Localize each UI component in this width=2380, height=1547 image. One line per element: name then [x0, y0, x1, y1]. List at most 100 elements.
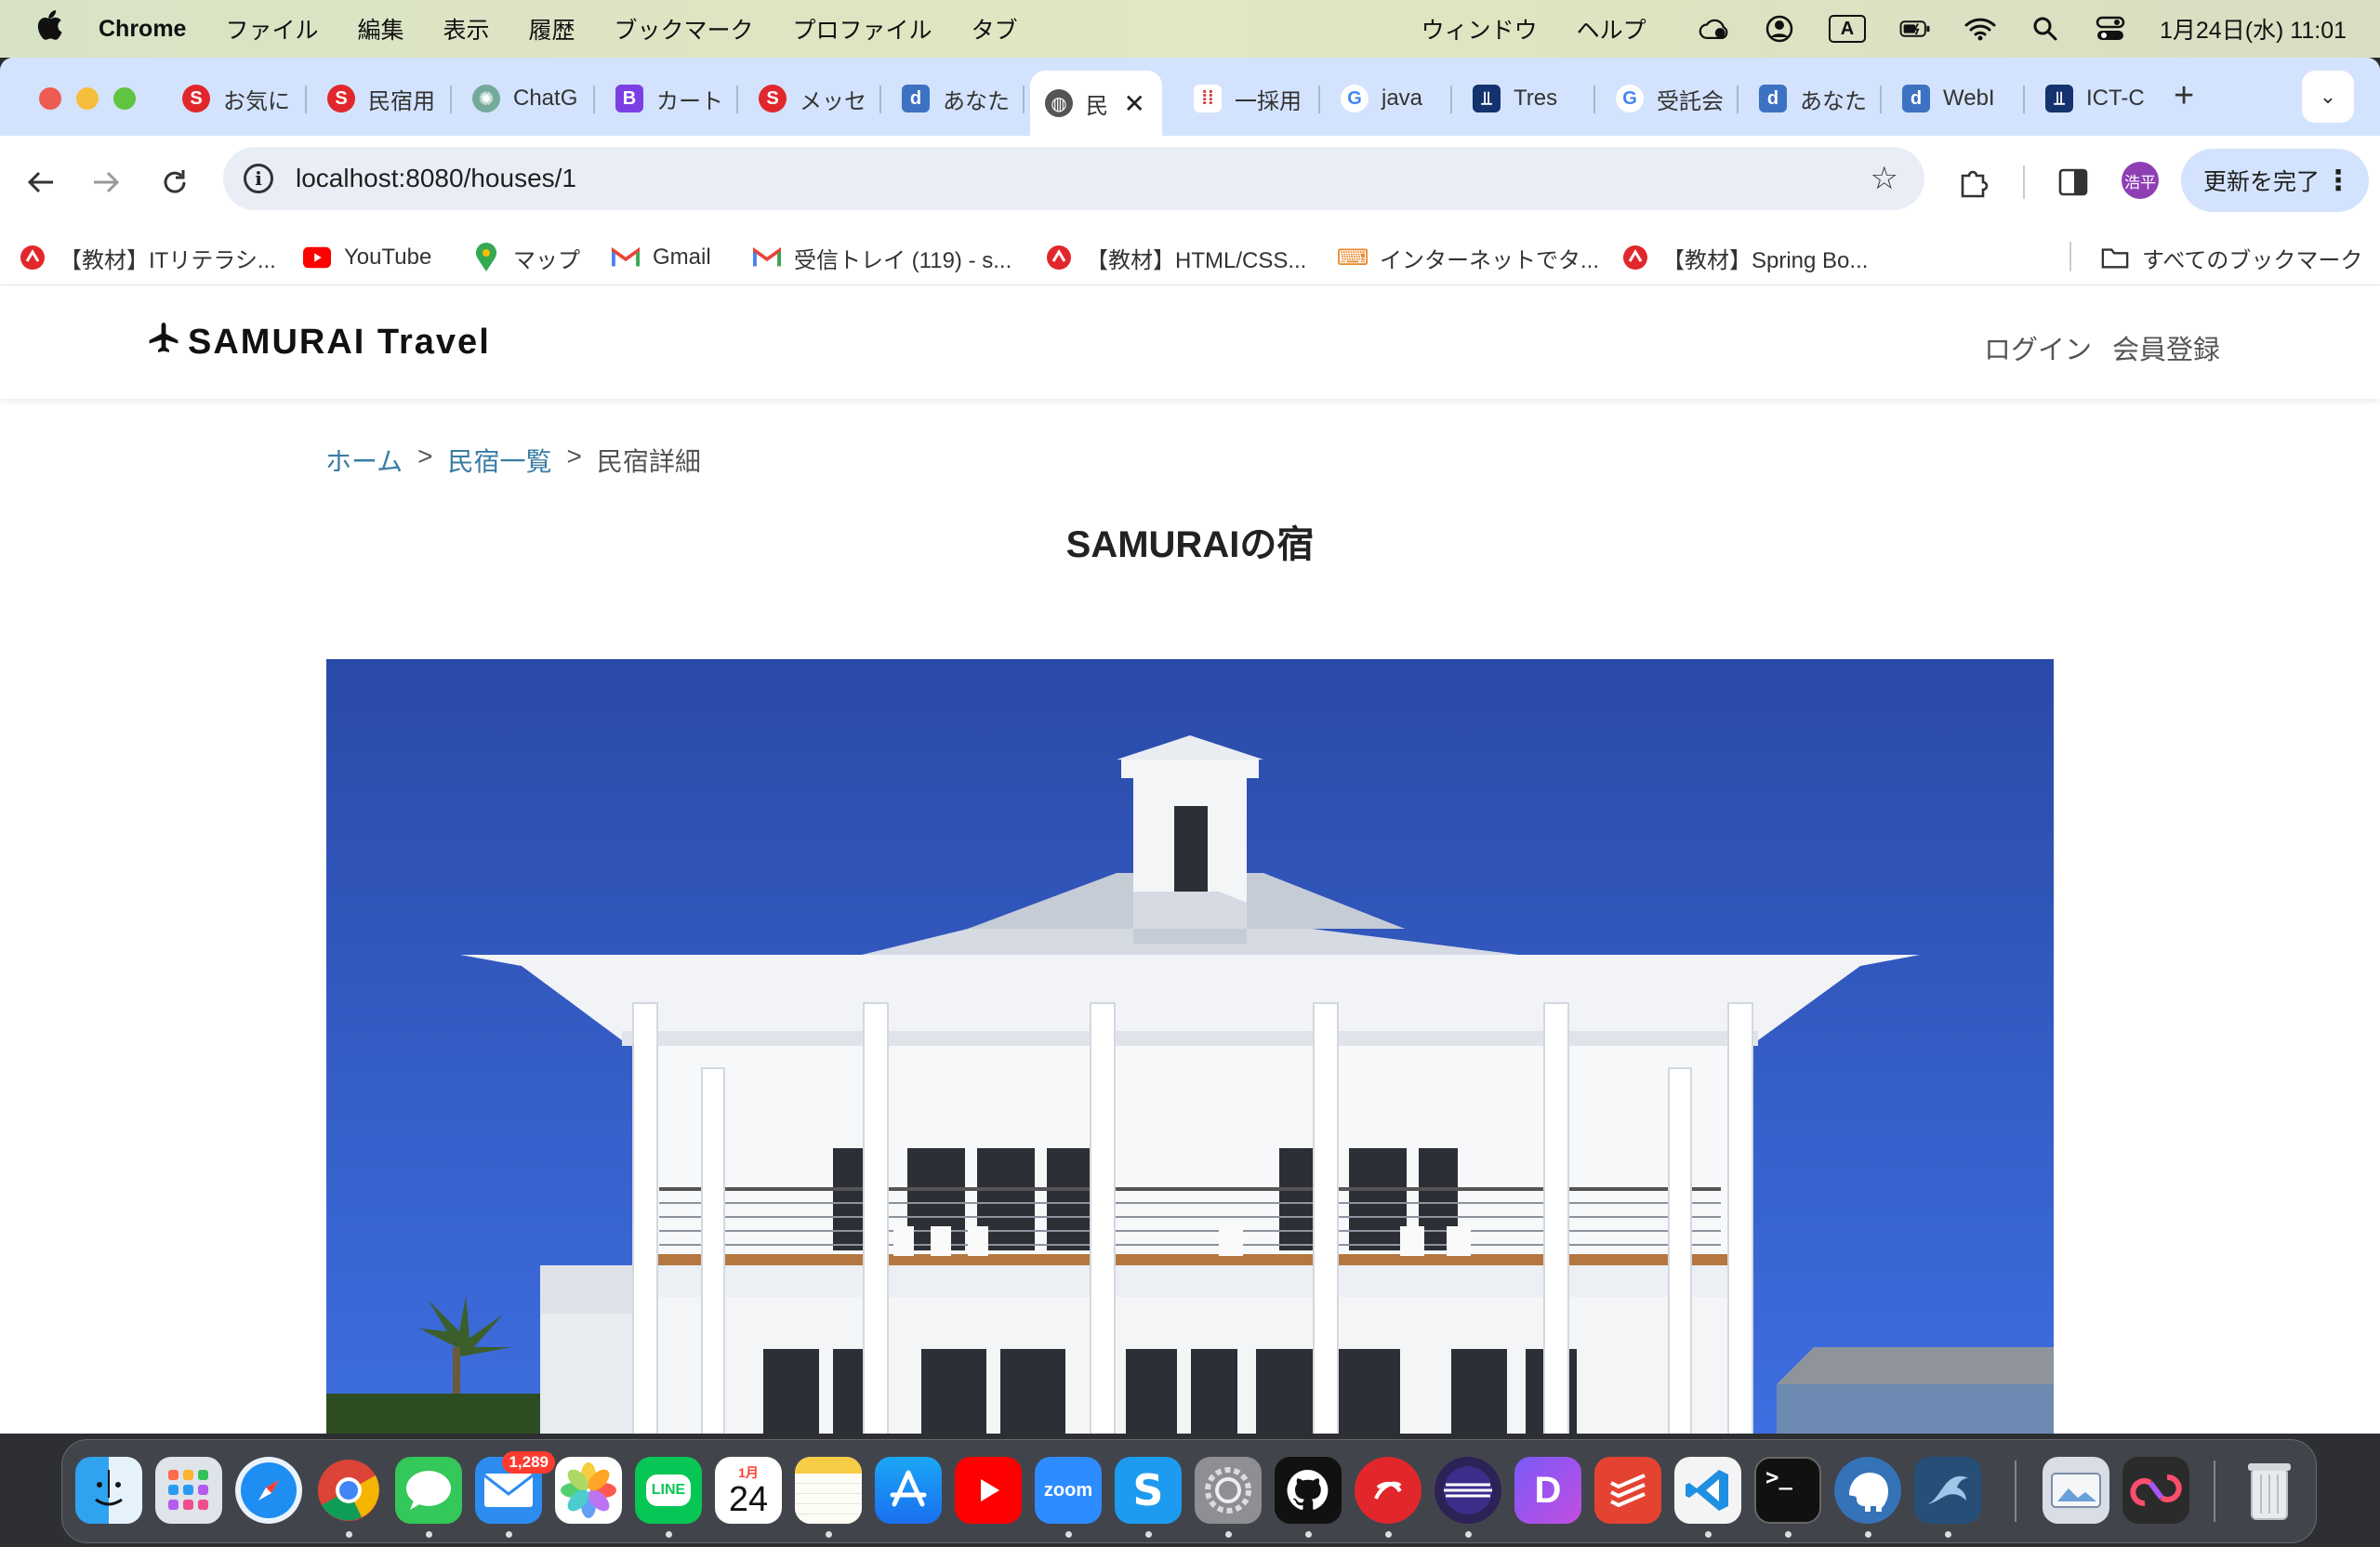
- browser-tab[interactable]: d WebI: [1887, 71, 2025, 126]
- close-tab-icon[interactable]: ✕: [1124, 88, 1145, 119]
- chrome-icon[interactable]: [315, 1457, 382, 1524]
- running-indicator: [426, 1531, 432, 1538]
- eclipse-icon[interactable]: [1435, 1457, 1501, 1524]
- browser-tab[interactable]: d あなた: [1744, 71, 1882, 126]
- vscode-icon[interactable]: [1674, 1457, 1741, 1524]
- creative-cloud-status-icon[interactable]: [1699, 13, 1730, 45]
- preview-image-icon[interactable]: [2043, 1457, 2109, 1524]
- menubar-clock[interactable]: 1月24日(水) 11:01: [2160, 12, 2347, 46]
- site-info-icon[interactable]: i: [244, 164, 273, 193]
- trash-icon[interactable]: [2236, 1457, 2303, 1524]
- browser-tab[interactable]: ⁞⁞ 一採用: [1179, 71, 1320, 126]
- mysql-workbench-dolphin-icon[interactable]: [1914, 1457, 1981, 1524]
- close-window-button[interactable]: [39, 87, 61, 110]
- notes-icon[interactable]: [795, 1457, 862, 1524]
- browser-tab[interactable]: G java: [1326, 71, 1452, 126]
- samurai-app-icon[interactable]: [1355, 1457, 1421, 1524]
- signup-link[interactable]: 会員登録: [2112, 328, 2220, 367]
- extensions-puzzle-icon[interactable]: [1954, 164, 1991, 201]
- bookmark-item[interactable]: 【教材】ITリテラシ...: [19, 240, 276, 275]
- d-icon: d: [1759, 85, 1787, 112]
- browser-tab[interactable]: S 民宿用: [312, 71, 452, 126]
- line-app-icon[interactable]: LINE: [635, 1457, 702, 1524]
- wifi-icon[interactable]: [1964, 13, 1996, 45]
- bookmark-item[interactable]: ⌨ インターネットでタ...: [1337, 240, 1599, 275]
- minimize-window-button[interactable]: [76, 87, 99, 110]
- login-link[interactable]: ログイン: [1984, 328, 2092, 367]
- browser-tab[interactable]: ⫫ ICT-C: [2030, 71, 2168, 126]
- breadcrumb-separator: >: [417, 442, 433, 470]
- browser-tab[interactable]: ✺ ChatG: [457, 71, 595, 126]
- update-chrome-button[interactable]: 更新を完了 ⋮: [2181, 149, 2369, 212]
- safari-icon[interactable]: [235, 1457, 302, 1524]
- menu-bookmarks[interactable]: ブックマーク: [615, 12, 754, 46]
- bookmark-item[interactable]: 【教材】Spring Bo...: [1621, 240, 1868, 275]
- github-desktop-icon[interactable]: [1275, 1457, 1342, 1524]
- control-center-icon[interactable]: [2095, 13, 2126, 45]
- browser-toolbar: i localhost:8080/houses/1 ☆ 浩平 更新を完了 ⋮: [0, 136, 2380, 229]
- zoom-window-button[interactable]: [113, 87, 136, 110]
- more-menu-icon[interactable]: ⋮: [2324, 165, 2352, 197]
- photos-icon[interactable]: [555, 1457, 622, 1524]
- messages-icon[interactable]: [395, 1457, 462, 1524]
- calendar-icon[interactable]: 1月 24: [715, 1457, 782, 1524]
- launchpad-icon[interactable]: [155, 1457, 222, 1524]
- reload-icon[interactable]: [156, 164, 193, 201]
- finder-icon[interactable]: [75, 1457, 142, 1524]
- menu-app-name[interactable]: Chrome: [99, 16, 186, 43]
- menu-file[interactable]: ファイル: [225, 12, 318, 46]
- bookmark-item[interactable]: YouTube: [303, 240, 431, 275]
- browser-tab-active[interactable]: ◍ 民 ✕: [1030, 71, 1162, 136]
- dbeaver-d-icon[interactable]: D: [1514, 1457, 1581, 1524]
- address-bar[interactable]: i localhost:8080/houses/1 ☆: [223, 147, 1924, 210]
- browser-tab[interactable]: ⫫ Tres: [1458, 71, 1595, 126]
- menu-profiles[interactable]: プロファイル: [793, 12, 932, 46]
- tableplus-elephant-icon[interactable]: [1834, 1457, 1901, 1524]
- menu-view[interactable]: 表示: [443, 12, 490, 46]
- app-store-icon[interactable]: [875, 1457, 942, 1524]
- menu-history[interactable]: 履歴: [529, 12, 575, 46]
- url-text[interactable]: localhost:8080/houses/1: [296, 164, 576, 193]
- system-settings-gear-icon[interactable]: [1195, 1457, 1262, 1524]
- breadcrumb-houses-link[interactable]: 民宿一覧: [448, 442, 552, 479]
- breadcrumb-home-link[interactable]: ホーム: [325, 442, 403, 479]
- menu-window[interactable]: ウィンドウ: [1421, 12, 1538, 46]
- browser-tab[interactable]: d あなた: [887, 71, 1025, 126]
- terminal-icon[interactable]: >_: [1754, 1457, 1821, 1524]
- bookmark-item[interactable]: マップ: [472, 240, 580, 275]
- todoist-icon[interactable]: [1594, 1457, 1661, 1524]
- browser-tab[interactable]: S お気に: [167, 71, 307, 126]
- browser-tab[interactable]: G 受託会: [1601, 71, 1739, 126]
- zoom-app-icon[interactable]: zoom: [1035, 1457, 1102, 1524]
- side-panel-icon[interactable]: [2055, 164, 2092, 201]
- browser-tab[interactable]: S メッセ: [744, 71, 881, 126]
- menu-edit[interactable]: 編集: [357, 12, 403, 46]
- bookmark-star-icon[interactable]: ☆: [1871, 160, 1898, 197]
- skype-icon[interactable]: S: [1115, 1457, 1182, 1524]
- bookmark-item[interactable]: Gmail: [612, 240, 711, 275]
- input-source-icon[interactable]: A: [1828, 15, 1866, 43]
- new-tab-button[interactable]: +: [2174, 76, 2194, 116]
- browser-tab[interactable]: B カート: [601, 71, 738, 126]
- mail-icon[interactable]: 1,289: [475, 1451, 555, 1524]
- tab-search-chevron-down-icon[interactable]: ⌄: [2302, 71, 2354, 123]
- breadcrumb-separator: >: [566, 442, 582, 470]
- site-logo[interactable]: SAMURAI Travel: [147, 321, 491, 364]
- forward-arrow-icon[interactable]: [87, 164, 125, 201]
- menu-help[interactable]: ヘルプ: [1577, 12, 1646, 46]
- bookmark-item[interactable]: 【教材】HTML/CSS...: [1045, 240, 1306, 275]
- menu-tab[interactable]: タブ: [972, 12, 1018, 46]
- tab-strip: S お気に S 民宿用 ✺ ChatG B カート S メッセ d あなた ◍ …: [0, 58, 2380, 136]
- apple-menu-icon[interactable]: [33, 10, 65, 47]
- youtube-app-icon[interactable]: [955, 1457, 1022, 1524]
- all-bookmarks-folder[interactable]: すべてのブックマーク: [2101, 240, 2362, 275]
- creative-cloud-app-icon[interactable]: [2122, 1457, 2189, 1524]
- user-account-icon[interactable]: [1764, 13, 1795, 45]
- tab-title: WebI: [1943, 86, 1995, 111]
- spotlight-search-icon[interactable]: [2030, 13, 2061, 45]
- bookmark-item[interactable]: 受信トレイ (119) - s...: [753, 240, 1012, 275]
- profile-avatar[interactable]: 浩平: [2122, 162, 2159, 199]
- breadcrumb: ホーム > 民宿一覧 > 民宿詳細: [325, 442, 701, 479]
- battery-icon[interactable]: [1899, 13, 1931, 45]
- back-arrow-icon[interactable]: [22, 164, 60, 201]
